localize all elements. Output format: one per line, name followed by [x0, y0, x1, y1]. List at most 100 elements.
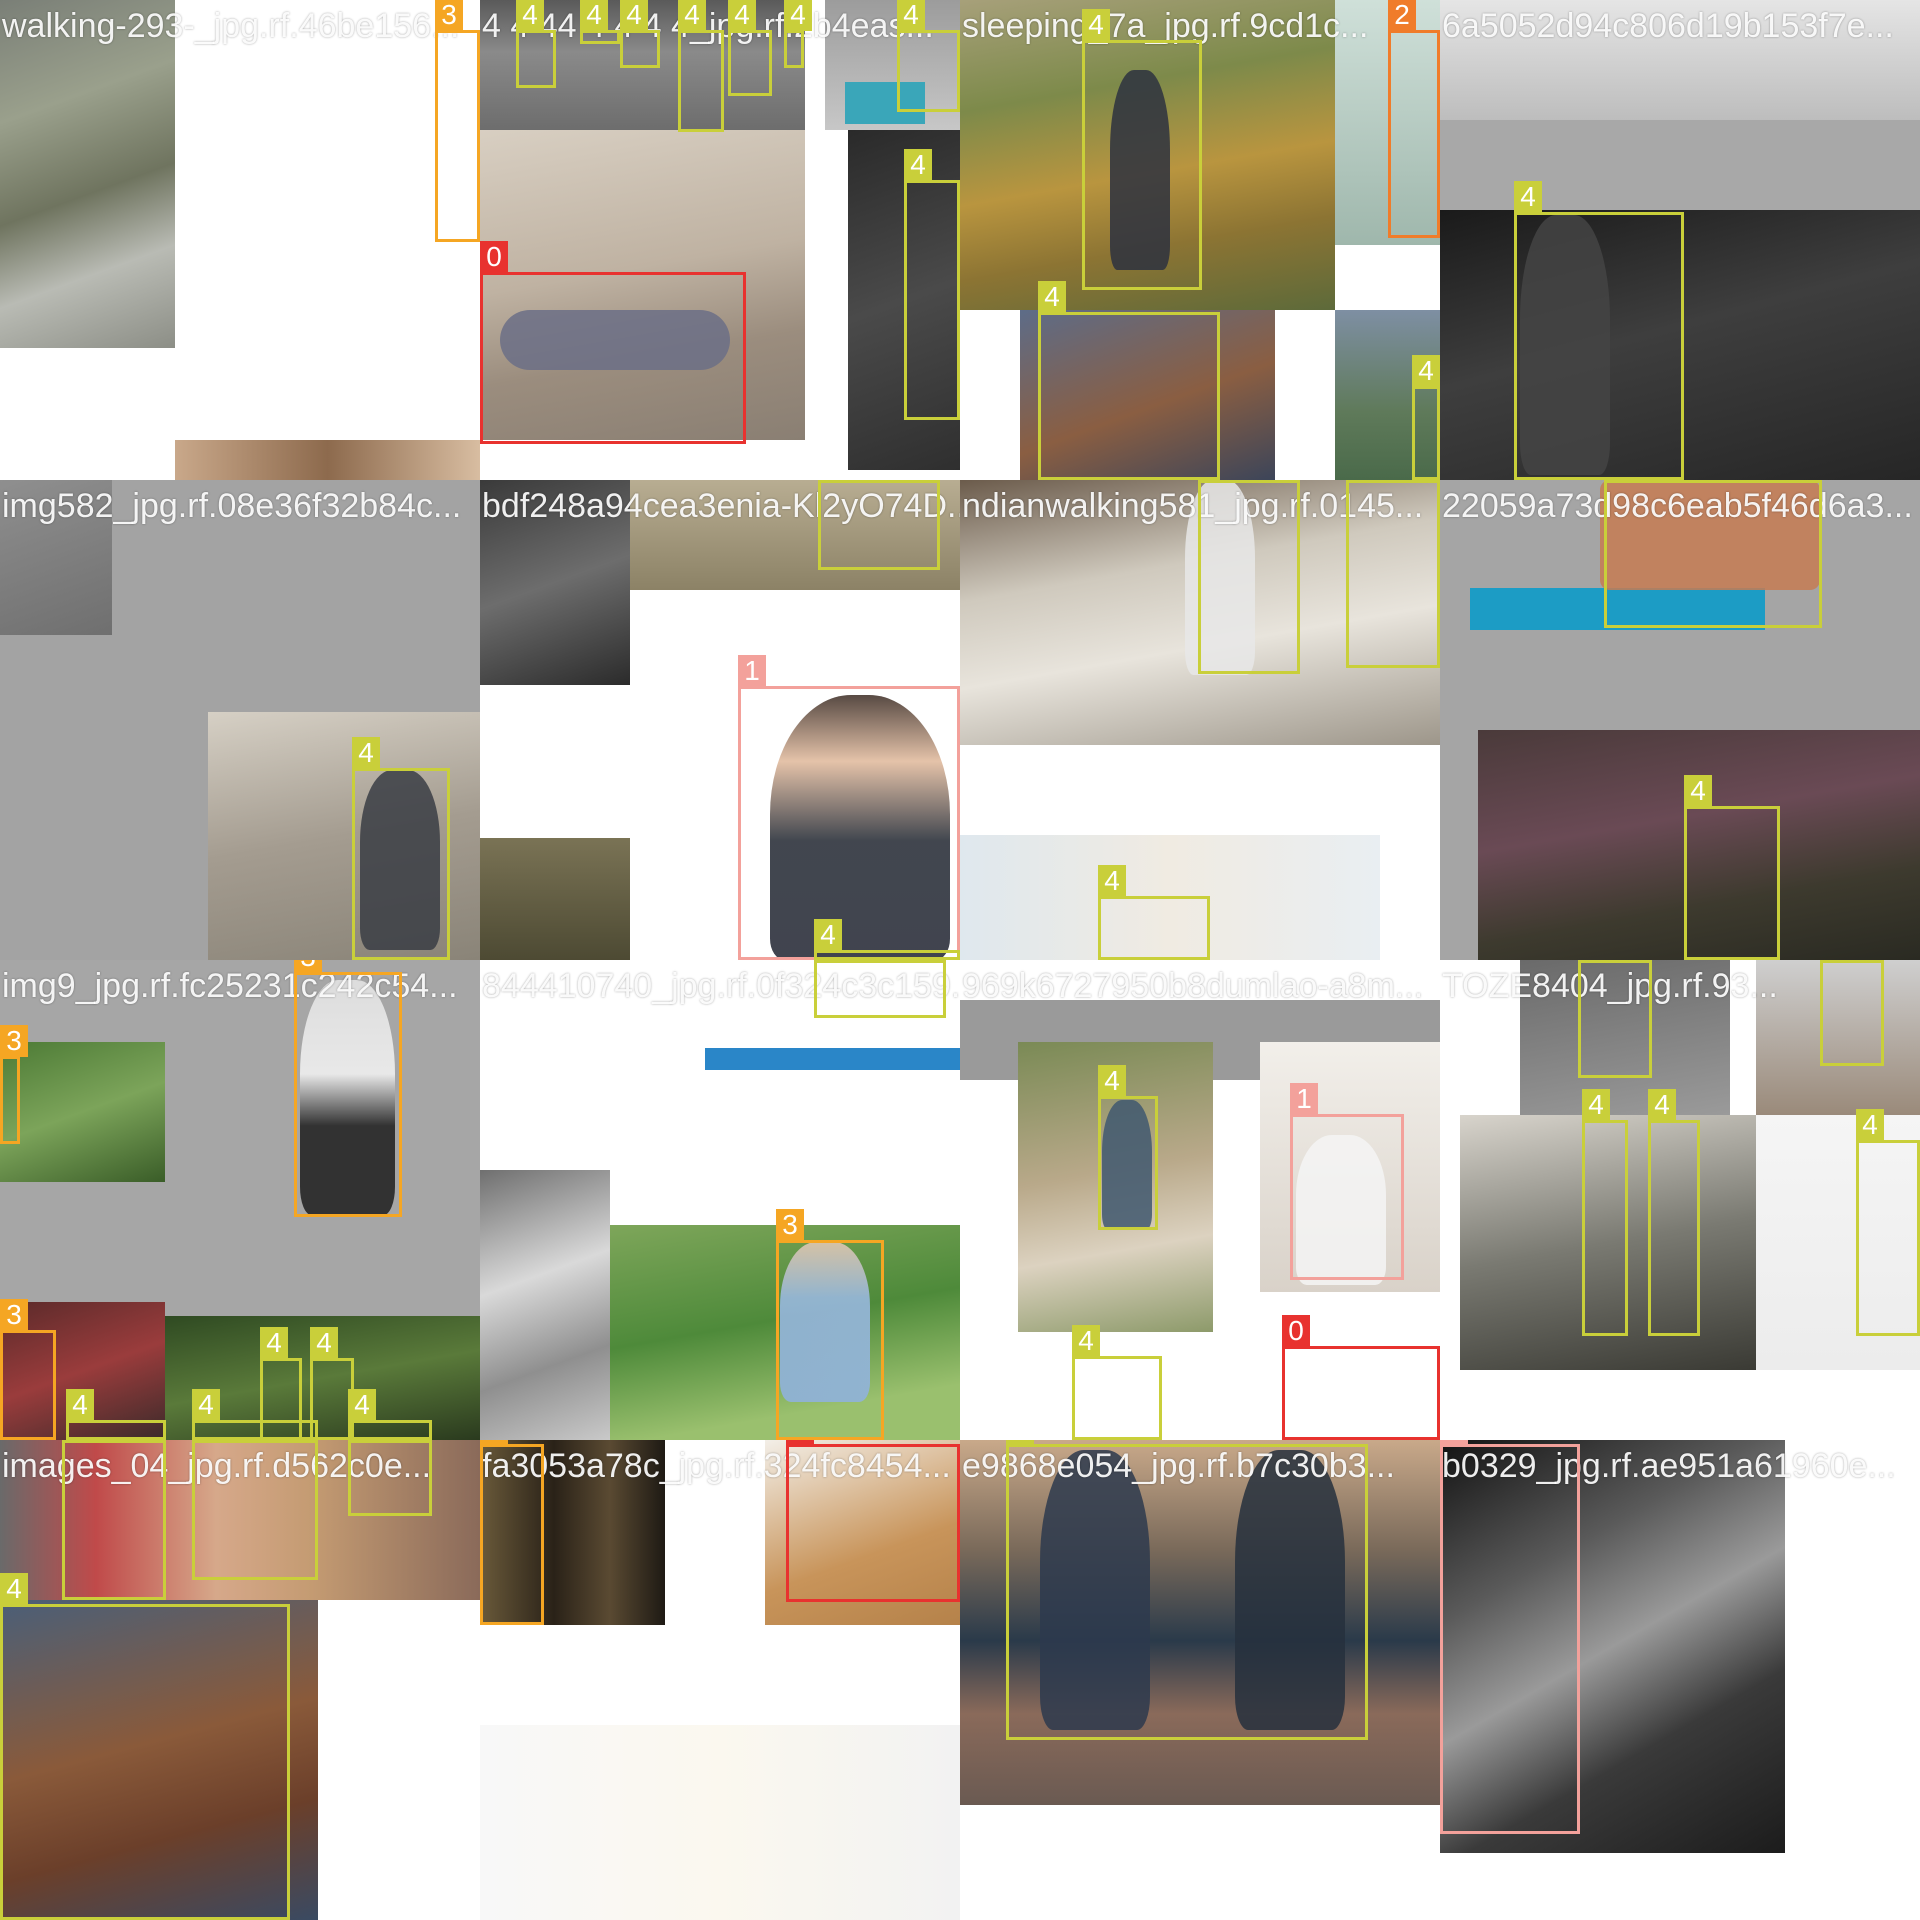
bounding-box-label: 4 [1856, 1109, 1884, 1141]
bounding-box-label: 2 [1388, 0, 1416, 31]
bounding-box: 4 [818, 480, 940, 570]
bounding-box-label: 4 [352, 737, 380, 769]
bounding-box: 0 [1282, 1315, 1440, 1440]
bounding-box-label: 4 [897, 0, 925, 31]
bounding-box: 4 [348, 1389, 432, 1440]
tile-10: 969k6727950b8dumlao-a8m... 4 1 4 0 [960, 960, 1440, 1440]
bounding-box-label: 3 [435, 0, 463, 31]
bounding-box: 4 [1604, 480, 1822, 628]
bounding-box: 4 [0, 1573, 290, 1920]
tile-photo [480, 1725, 960, 1920]
bounding-box: 4 [1346, 480, 1440, 668]
bounding-box: 4 [66, 1389, 166, 1440]
bounding-box: 3 [776, 1209, 884, 1440]
bounding-box-label: 4 [1578, 960, 1606, 961]
bounding-box-label: 4 [0, 1573, 28, 1605]
bounding-box: 4 [1514, 181, 1684, 480]
bounding-box-label: 4 [814, 919, 842, 951]
tile-12: images_04_jpg.rf.d562c0e... 4 4 4 4 [0, 1440, 480, 1920]
tile-11: TOZE8404_jpg.rf.93... 4 4 4 4 4 [1440, 960, 1920, 1440]
tile-6: ndianwalking581_jpg.rf.0145... 4 4 4 [960, 480, 1440, 960]
bounding-box-label: 4 [1604, 480, 1632, 481]
bounding-box-label: 4 [1346, 480, 1374, 481]
bounding-box: 4 [1578, 960, 1652, 1078]
bounding-box: 4 [1038, 281, 1220, 480]
bounding-box-label: 4 [1098, 1065, 1126, 1097]
bounding-box-label: 4 [260, 1327, 288, 1359]
tile-2: sleeping_7a_jpg.rf.9cd1c... 4 2 4 4 [960, 0, 1440, 480]
bounding-box-label: 4 [66, 1389, 94, 1421]
bounding-box: 4 [814, 960, 946, 1018]
bounding-box-label: 4 [1072, 1325, 1100, 1357]
bounding-box: 1 [738, 655, 960, 960]
bounding-box: 4 [1412, 355, 1440, 480]
tile-photo [1440, 120, 1920, 210]
tile-13: fa3053a78c_jpg.rf.324fc8454... 3 0 [480, 1440, 960, 1920]
bounding-box: 4 [516, 0, 556, 88]
bounding-box-label: 4 [678, 0, 706, 31]
bounding-box: 2 [1388, 0, 1440, 238]
bounding-box: 4 [1082, 9, 1202, 290]
bounding-box-label: 3 [480, 1440, 508, 1445]
bounding-box: 4 [678, 0, 724, 132]
bounding-box-label: 4 [1648, 1089, 1676, 1121]
bounding-box: 4 [1684, 775, 1780, 960]
tile-9: 844410740_jpg.rf.0f324c3c159... 3 4 [480, 960, 960, 1440]
bounding-box-label: 4 [192, 1440, 220, 1441]
bounding-box-label: 0 [480, 241, 508, 273]
tile-5: bdf248a94cea3enia-Kl2yO74D... 4 1 4 [480, 480, 960, 960]
bounding-box: 4 [620, 0, 660, 68]
bounding-box: 4 [352, 737, 450, 960]
bounding-box-label: 4 [1006, 1440, 1034, 1445]
bounding-box-label: 4 [192, 1389, 220, 1421]
bounding-box: 0 [480, 241, 746, 444]
tile-15: b0329_jpg.rf.ae951a61960e... 1 [1440, 1440, 1920, 1920]
bounding-box-label: 4 [1412, 355, 1440, 387]
bounding-box: 4 [728, 0, 772, 96]
tile-1: 4 4 44 4 4 4 4_jpg.rf.2b4eas... 4 4 4 4 … [480, 0, 960, 480]
tile-0: walking-293-_jpg.rf.46be156... 3 [0, 0, 480, 480]
bounding-box-label: 1 [1440, 1440, 1468, 1445]
tile-8: img9_jpg.rf.fc25231c242c54... 3 3 3 4 4 … [0, 960, 480, 1440]
mosaic-grid: walking-293-_jpg.rf.46be156... 3 4 4 44 … [0, 0, 1920, 1920]
bounding-box-label: 1 [738, 655, 766, 687]
tile-14: e9868e054_jpg.rf.b7c30b3... 4 [960, 1440, 1440, 1920]
bounding-box-label: 3 [0, 1025, 28, 1057]
bounding-box-label: 4 [784, 0, 812, 31]
bounding-box: 4 [904, 149, 960, 420]
bounding-box: 4 [348, 1440, 432, 1516]
tile-photo [705, 1048, 960, 1070]
bounding-box: 4 [192, 1440, 318, 1580]
bounding-box: 1 [1440, 1440, 1580, 1834]
tile-title: img582_jpg.rf.08e36f32b84c... [2, 487, 462, 525]
bounding-box: 4 [580, 0, 620, 44]
bounding-box: 4 [192, 1389, 318, 1440]
tile-photo [1785, 1440, 1920, 1920]
bounding-box-label: 0 [1282, 1315, 1310, 1347]
bounding-box-label: 4 [1820, 960, 1848, 961]
bounding-box-label: 4 [348, 1440, 376, 1441]
bounding-box: 4 [62, 1440, 166, 1600]
bounding-box-label: 3 [776, 1209, 804, 1241]
tile-7: 22059a73d98c6eab5f46d6a3... 4 4 [1440, 480, 1920, 960]
bounding-box: 3 [0, 1025, 28, 1144]
bounding-box: 1 [1290, 1083, 1404, 1280]
bounding-box-label: 4 [580, 0, 608, 31]
tile-3: 6a5052d94c806d19b153f7e... 4 [1440, 0, 1920, 480]
tile-title: 6a5052d94c806d19b153f7e... [1442, 7, 1894, 45]
bounding-box-label: 4 [1198, 480, 1226, 481]
bounding-box-label: 0 [786, 1440, 814, 1445]
tile-photo [175, 440, 480, 480]
tile-4: img582_jpg.rf.08e36f32b84c... 4 [0, 480, 480, 960]
bounding-box: 4 [1648, 1089, 1700, 1336]
bounding-box: 3 [294, 960, 402, 1217]
bounding-box-label: 1 [1290, 1083, 1318, 1115]
bounding-box-label: 4 [310, 1327, 338, 1359]
bounding-box-label: 4 [1082, 9, 1110, 41]
bounding-box: 4 [1006, 1440, 1368, 1740]
bounding-box: 4 [1098, 865, 1210, 960]
bounding-box: 4 [814, 919, 960, 960]
tile-photo [480, 838, 630, 960]
tile-photo [0, 1042, 165, 1182]
bounding-box-label: 4 [1514, 181, 1542, 213]
